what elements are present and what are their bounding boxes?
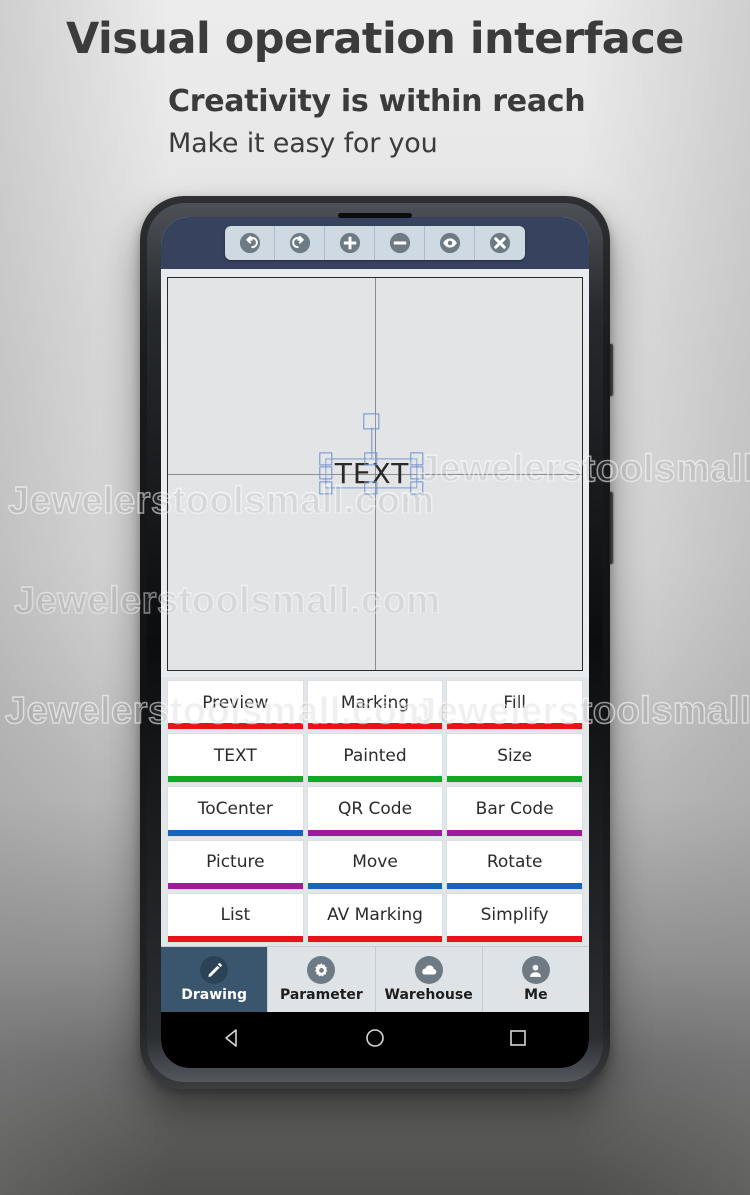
- resize-handle-w[interactable]: [319, 466, 333, 480]
- menu-button-accent-bar: [168, 829, 303, 836]
- menu-button-label: Picture: [206, 852, 265, 873]
- nav-item-warehouse[interactable]: Warehouse: [376, 947, 483, 1012]
- resize-handle-sw[interactable]: [319, 481, 333, 495]
- nav-item-me[interactable]: Me: [483, 947, 589, 1012]
- bottom-navigation: Drawing Parameter Warehouse Me: [161, 946, 589, 1012]
- menu-button-accent-bar: [307, 829, 443, 836]
- canvas-area: TEXT: [161, 269, 589, 677]
- app-toolbar: [161, 217, 589, 269]
- phone-screen: TEXT Preview Marking Fill TEXT Painted S…: [161, 217, 589, 1068]
- menu-button-accent-bar: [447, 882, 583, 889]
- menu-button-marking[interactable]: Marking: [306, 680, 444, 731]
- undo-button[interactable]: [225, 226, 275, 260]
- menu-button-accent-bar: [447, 936, 583, 943]
- menu-button-accent-bar: [307, 882, 443, 889]
- nav-item-label: Me: [524, 987, 548, 1003]
- heading-block: Visual operation interface Creativity is…: [0, 0, 750, 159]
- menu-button-qr-code[interactable]: QR Code: [306, 786, 444, 837]
- menu-button-simplify[interactable]: Simplify: [446, 892, 584, 944]
- cloud-icon: [414, 956, 443, 984]
- drawing-canvas[interactable]: TEXT: [167, 277, 583, 671]
- android-system-nav: [161, 1012, 589, 1068]
- menu-button-accent-bar: [168, 936, 303, 943]
- menu-button-label: Simplify: [480, 905, 549, 926]
- menu-button-move[interactable]: Move: [306, 839, 444, 890]
- zoom-in-button[interactable]: [325, 226, 375, 260]
- menu-button-label: Size: [497, 745, 533, 766]
- menu-button-label: Preview: [202, 692, 269, 713]
- home-button[interactable]: [363, 1026, 387, 1055]
- page-title: Visual operation interface: [66, 14, 684, 64]
- menu-row: List AV Marking Simplify: [167, 892, 584, 944]
- phone-mockup: TEXT Preview Marking Fill TEXT Painted S…: [140, 196, 613, 1089]
- nav-item-label: Warehouse: [384, 987, 473, 1003]
- menu-button-picture[interactable]: Picture: [167, 839, 304, 890]
- subtitle-two: Make it easy for you: [168, 128, 438, 159]
- menu-button-label: Rotate: [486, 852, 543, 873]
- menu-button-label: Fill: [503, 692, 527, 713]
- menu-row: ToCenter QR Code Bar Code: [167, 786, 584, 837]
- menu-button-av-marking[interactable]: AV Marking: [306, 892, 444, 944]
- zoom-out-button[interactable]: [375, 226, 425, 260]
- gear-icon: [307, 956, 336, 984]
- menu-button-accent-bar: [307, 723, 443, 730]
- resize-handle-ne[interactable]: [410, 452, 424, 466]
- menu-button-label: Painted: [343, 745, 407, 766]
- selection-box[interactable]: [319, 413, 424, 495]
- menu-button-accent-bar: [447, 829, 583, 836]
- redo-button[interactable]: [275, 226, 325, 260]
- nav-item-label: Drawing: [181, 987, 247, 1003]
- menu-button-size[interactable]: Size: [446, 733, 584, 784]
- eye-preview-button[interactable]: [425, 226, 475, 260]
- recents-button[interactable]: [506, 1026, 530, 1055]
- menu-button-accent-bar: [447, 776, 583, 783]
- menu-button-label: List: [220, 905, 251, 926]
- menu-button-label: Bar Code: [475, 799, 554, 819]
- tool-menu-grid: Preview Marking Fill TEXT Painted Size T…: [161, 677, 589, 946]
- nav-item-drawing[interactable]: Drawing: [161, 947, 269, 1012]
- menu-button-accent-bar: [307, 776, 443, 783]
- menu-button-text[interactable]: TEXT: [167, 733, 304, 784]
- person-icon: [521, 956, 550, 984]
- menu-button-preview[interactable]: Preview: [167, 680, 304, 731]
- resize-handle-n[interactable]: [364, 452, 378, 466]
- earpiece-speaker: [338, 213, 412, 218]
- nav-item-label: Parameter: [279, 987, 363, 1003]
- menu-button-label: ToCenter: [197, 799, 273, 819]
- menu-button-label: QR Code: [337, 799, 413, 819]
- pencil-icon: [200, 956, 229, 984]
- resize-handle-s[interactable]: [364, 481, 378, 495]
- menu-button-bar-code[interactable]: Bar Code: [446, 786, 584, 837]
- power-button[interactable]: [609, 492, 613, 564]
- menu-button-accent-bar: [447, 723, 583, 730]
- app-container: TEXT Preview Marking Fill TEXT Painted S…: [161, 217, 589, 1068]
- phone-bezel: TEXT Preview Marking Fill TEXT Painted S…: [147, 203, 603, 1082]
- menu-button-label: AV Marking: [327, 905, 423, 926]
- menu-button-rotate[interactable]: Rotate: [446, 839, 584, 890]
- resize-handle-nw[interactable]: [319, 452, 333, 466]
- rotation-handle[interactable]: [363, 413, 380, 430]
- menu-button-label: TEXT: [213, 745, 257, 766]
- volume-button[interactable]: [609, 344, 613, 396]
- menu-button-accent-bar: [307, 936, 443, 943]
- menu-button-fill[interactable]: Fill: [446, 680, 584, 731]
- nav-item-parameter[interactable]: Parameter: [268, 947, 376, 1012]
- menu-button-tocenter[interactable]: ToCenter: [167, 786, 304, 837]
- close-button[interactable]: [475, 226, 525, 260]
- menu-button-painted[interactable]: Painted: [306, 733, 444, 784]
- resize-handle-e[interactable]: [410, 466, 424, 480]
- menu-row: Preview Marking Fill: [167, 680, 584, 731]
- menu-button-accent-bar: [168, 882, 303, 889]
- menu-button-list[interactable]: List: [167, 892, 304, 944]
- menu-row: Picture Move Rotate: [167, 839, 584, 890]
- menu-button-accent-bar: [168, 723, 303, 730]
- subtitle-one: Creativity is within reach: [168, 84, 586, 119]
- back-button[interactable]: [220, 1026, 244, 1055]
- menu-button-label: Move: [352, 852, 398, 873]
- toolbar-button-group: [225, 226, 525, 260]
- menu-button-label: Marking: [340, 692, 410, 713]
- menu-row: TEXT Painted Size: [167, 733, 584, 784]
- resize-handle-se[interactable]: [410, 481, 424, 495]
- menu-button-accent-bar: [168, 776, 303, 783]
